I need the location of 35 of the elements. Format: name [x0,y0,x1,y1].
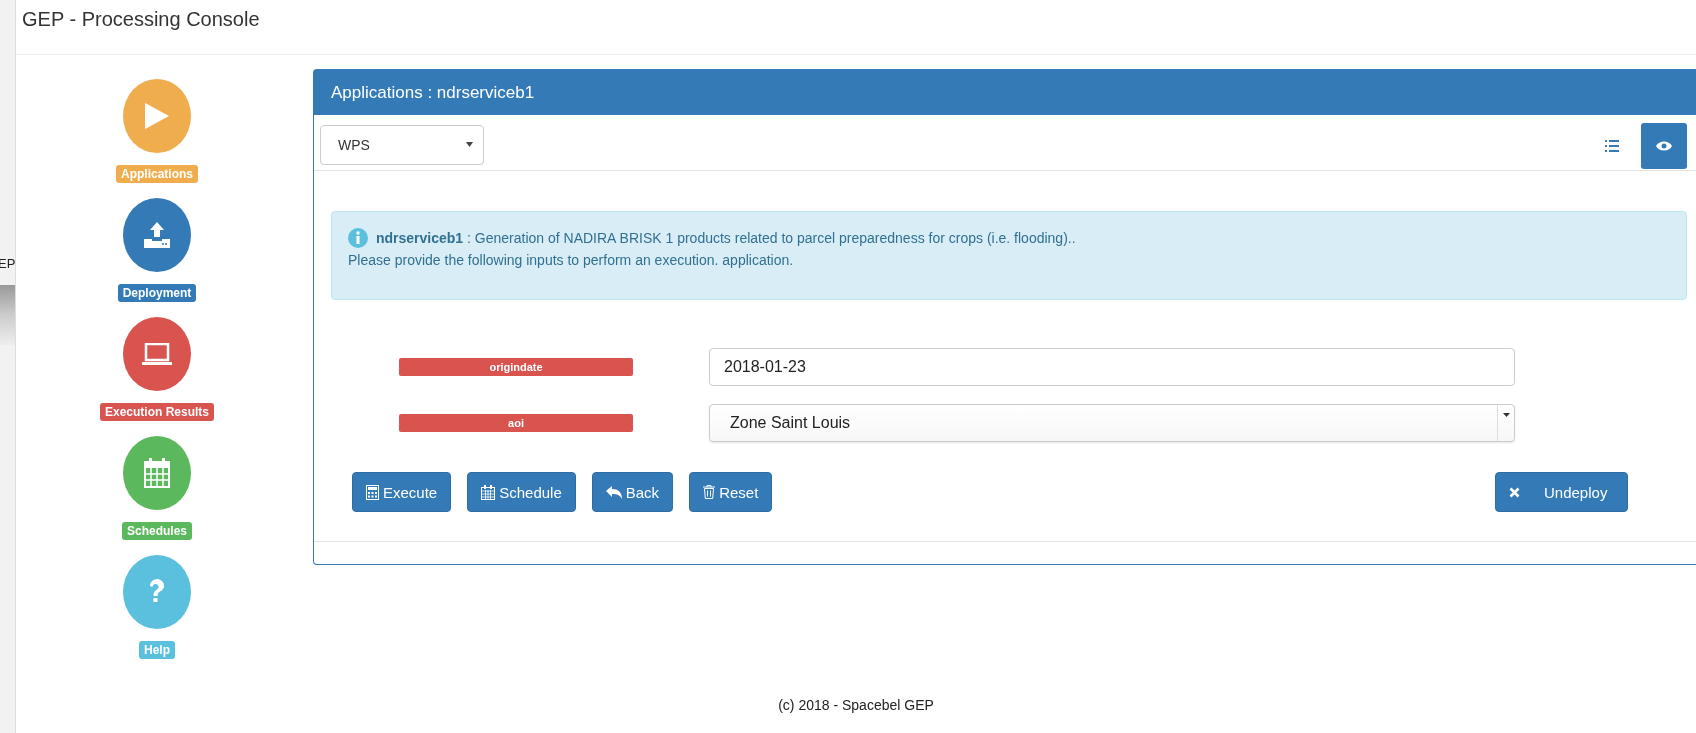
question-icon [148,579,166,605]
calculator-icon [366,484,379,500]
nav-label[interactable]: Deployment [117,284,197,302]
reset-button[interactable]: Reset [689,472,773,512]
play-icon [145,103,169,129]
footer-text: (c) 2018 - Spacebel GEP [778,697,934,713]
list-icon [1605,139,1619,152]
laptop-icon [142,343,172,365]
nav-label[interactable]: Schedules [122,522,192,540]
calendar-icon [144,458,170,488]
info-icon [348,228,368,248]
trash-icon [703,485,716,499]
undeploy-button[interactable]: Undeploy [1495,472,1628,512]
nav-label[interactable]: Execution Results [100,403,214,421]
back-button[interactable]: Back [591,472,674,512]
close-icon [1509,486,1520,498]
execute-button[interactable]: Execute [352,472,452,512]
caret-icon [466,142,473,147]
area-dropdown[interactable]: Zone Saint Louis [709,404,1515,442]
window-fragment [0,285,15,345]
window-title: GEP - Processing Console [22,8,260,31]
calendar-icon [481,484,496,500]
caret-icon [1502,413,1510,417]
instruction-text: Please provide the following inputs to perform an execution. application. [348,252,795,268]
date-input-field[interactable]: 2018-01-23 [709,348,1515,386]
view-button[interactable] [1641,122,1687,169]
schedule-button[interactable]: Schedule [467,472,576,512]
service-description: ndrserviceb1 : Generation of NADIRA BRISK 1 products related to parcel preparedness for crops (i.e. flooding).. [376,230,1076,246]
upload-icon [144,222,170,248]
input-label: origindate [399,358,633,376]
eye-icon [1656,140,1672,151]
panel-title: Applications : ndrserviceb1 [331,82,535,103]
reply-arrow-icon [605,485,622,499]
input-label: aoi [399,414,633,432]
protocol-dropdown[interactable]: WPS [320,124,484,165]
